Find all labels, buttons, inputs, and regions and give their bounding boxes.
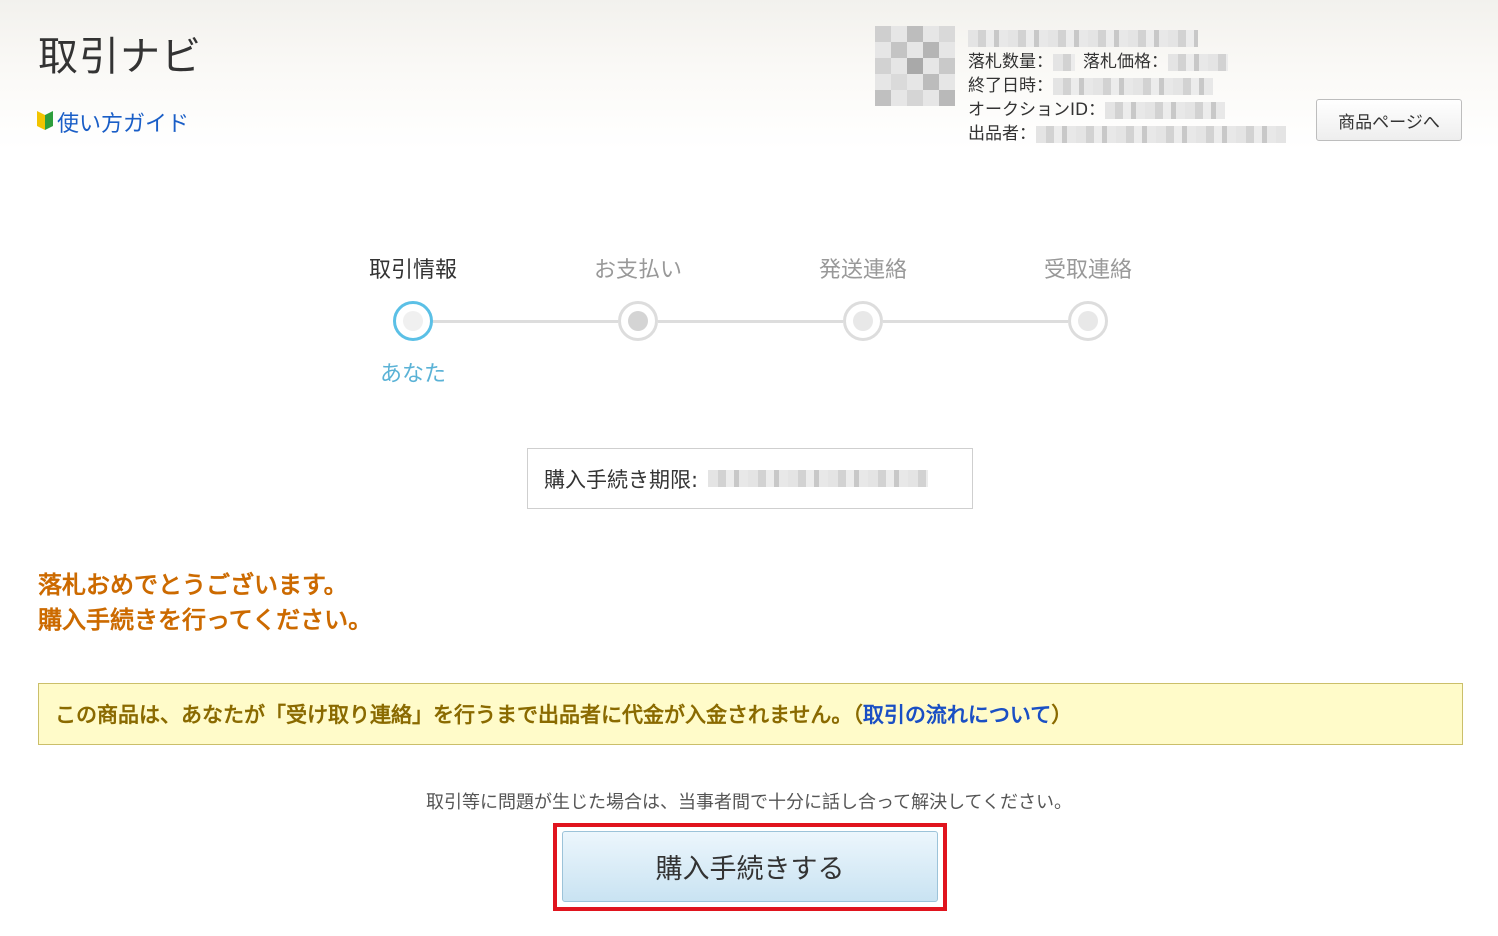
auction-id-label: オークションID： [968,100,1106,120]
deadline-label: 購入手続き期限: [544,467,699,492]
step-connector-3 [883,320,1068,323]
congratulation-line-2: 購入手続きを行ってください。 [38,606,373,634]
quantity-label: 落札数量： [968,52,1053,72]
notice-close: ） [1051,703,1073,727]
page-title: 取引ナビ [38,34,202,80]
product-page-button[interactable]: 商品ページへ [1316,99,1462,141]
item-info: 落札数量： 落札価格： 終了日時： オークションID： 出品者： [968,26,1286,146]
step-connector-2 [658,320,843,323]
transaction-flow-link[interactable]: 取引の流れについて [863,699,1051,729]
payment-notice: この商品は、あなたが「受け取り連絡」を行うまで出品者に代金が入金されません。（取… [38,683,1463,745]
deadline-value-redacted [708,470,929,487]
step-label-payment: お支払い [593,258,682,283]
current-actor-label: あなた [379,362,446,387]
seller-value-redacted[interactable] [1036,125,1286,143]
congratulation-line-1: 落札おめでとうございます。 [38,571,348,599]
seller-label: 出品者： [968,124,1036,144]
step-label-transaction-info: 取引情報 [368,258,457,283]
item-title-redacted[interactable] [968,29,1198,47]
end-date-label: 終了日時： [968,76,1053,96]
end-date-value-redacted [1053,77,1213,95]
notice-text: この商品は、あなたが「受け取り連絡」を行うまで出品者に代金が入金されません。（ [55,703,863,727]
purchase-deadline-box: 購入手続き期限: [527,448,973,509]
price-value-redacted [1168,53,1228,71]
auction-id-row: オークションID： [968,98,1286,122]
item-title-row [968,26,1286,50]
quantity-value-redacted [1053,53,1075,71]
usage-guide-link[interactable]: 使い方ガイド [36,106,189,138]
usage-guide-label: 使い方ガイド [57,112,190,137]
quantity-price-row: 落札数量： 落札価格： [968,50,1286,74]
step-connector-1 [433,320,618,323]
seller-row: 出品者： [968,122,1286,146]
step-label-receipt: 受取連絡 [1043,258,1132,283]
item-thumbnail[interactable] [875,26,955,106]
step-marker-receipt [1068,301,1108,341]
purchase-procedure-button[interactable]: 購入手続きする [562,831,938,902]
price-label: 落札価格： [1083,52,1168,72]
step-marker-transaction-info [393,301,433,341]
end-date-row: 終了日時： [968,74,1286,98]
step-label-shipping: 発送連絡 [818,258,907,283]
beginner-mark-icon [36,109,54,135]
congratulation-message: 落札おめでとうございます。 購入手続きを行ってください。 [38,568,372,638]
auction-id-value-redacted [1105,101,1226,119]
step-marker-payment [618,301,658,341]
step-marker-shipping [843,301,883,341]
dispute-advice: 取引等に問題が生じた場合は、当事者間で十分に話し合って解決してください。 [425,792,1073,813]
